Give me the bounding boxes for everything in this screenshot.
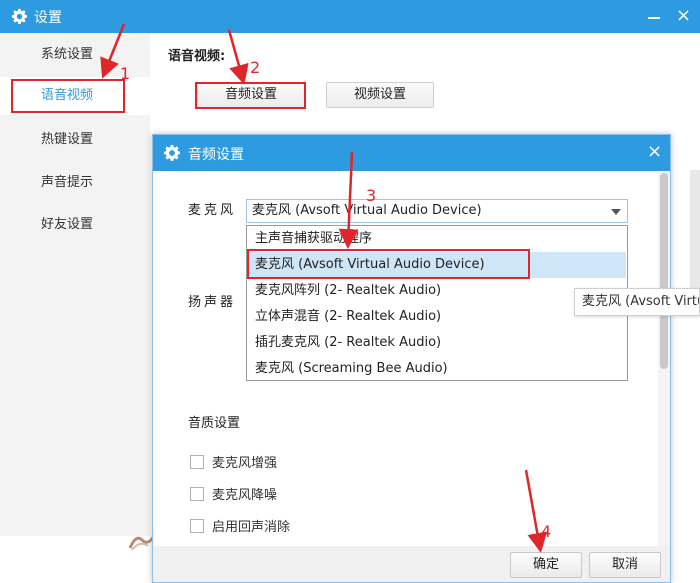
microphone-select[interactable]: 麦克风 (Avsoft Virtual Audio Device) xyxy=(246,199,628,223)
dropdown-option[interactable]: 立体声混音 (2- Realtek Audio) xyxy=(248,304,626,330)
gear-icon xyxy=(11,8,28,24)
chevron-down-icon[interactable] xyxy=(611,209,621,215)
dialog-title: 音频设置 xyxy=(188,147,244,163)
dropdown-option[interactable]: 麦克风阵列 (2- Realtek Audio) xyxy=(248,278,626,304)
step-number-2: 2 xyxy=(250,58,261,77)
gear-icon xyxy=(163,144,181,161)
highlight-box-sidebar xyxy=(11,79,125,113)
sidebar-item-friends[interactable]: 好友设置 xyxy=(0,206,150,244)
dropdown-option[interactable]: 麦克风 (Screaming Bee Audio) xyxy=(248,356,626,382)
dialog-close-button[interactable]: × xyxy=(647,143,662,161)
echo-cancel-checkbox[interactable] xyxy=(190,519,204,533)
echo-cancel-label: 启用回声消除 xyxy=(212,520,291,535)
ok-button[interactable]: 确定 xyxy=(510,552,582,578)
dialog-footer: 确定 取消 xyxy=(153,546,670,582)
video-settings-button[interactable]: 视频设置 xyxy=(326,82,434,108)
noise-reduction-label: 麦克风降噪 xyxy=(212,488,278,503)
dialog-titlebar: 音频设置 × xyxy=(153,135,670,171)
noise-reduction-option[interactable]: 麦克风降噪 xyxy=(190,484,277,503)
minimize-button[interactable] xyxy=(648,17,660,19)
highlight-box-audio-button xyxy=(195,82,306,109)
device-tooltip: 麦克风 (Avsoft Virtual Audio Device) xyxy=(574,288,700,316)
cancel-button[interactable]: 取消 xyxy=(589,552,661,578)
sidebar-item-sound-alerts[interactable]: 声音提示 xyxy=(0,164,150,202)
sidebar-item-hotkeys[interactable]: 热键设置 xyxy=(0,121,150,159)
noise-reduction-checkbox[interactable] xyxy=(190,487,204,501)
dialog-scrollbar-thumb[interactable] xyxy=(660,173,668,369)
mic-boost-option[interactable]: 麦克风增强 xyxy=(190,452,277,471)
window-title: 设置 xyxy=(34,10,62,26)
step-number-3: 3 xyxy=(366,186,377,205)
quality-settings-title: 音质设置 xyxy=(188,416,241,431)
speaker-label: 扬声器 xyxy=(188,295,237,310)
window-close-button[interactable]: × xyxy=(676,7,691,25)
step-number-1: 1 xyxy=(120,64,131,83)
mic-boost-checkbox[interactable] xyxy=(190,455,204,469)
section-title: 语音视频: xyxy=(168,49,226,64)
step-number-4: 4 xyxy=(541,522,552,541)
microphone-select-value: 麦克风 (Avsoft Virtual Audio Device) xyxy=(252,203,482,218)
audio-settings-dialog: 音频设置 × 麦克风 麦克风 (Avsoft Virtual Audio Dev… xyxy=(152,134,671,583)
echo-cancel-option[interactable]: 启用回声消除 xyxy=(190,516,290,535)
highlight-box-device-option xyxy=(247,249,530,279)
dropdown-option[interactable]: 插孔麦克风 (2- Realtek Audio) xyxy=(248,330,626,356)
settings-titlebar: 设置 × xyxy=(0,0,700,33)
main-scrollbar[interactable] xyxy=(690,170,700,300)
microphone-label: 麦克风 xyxy=(188,203,237,218)
mic-boost-label: 麦克风增强 xyxy=(212,456,278,471)
